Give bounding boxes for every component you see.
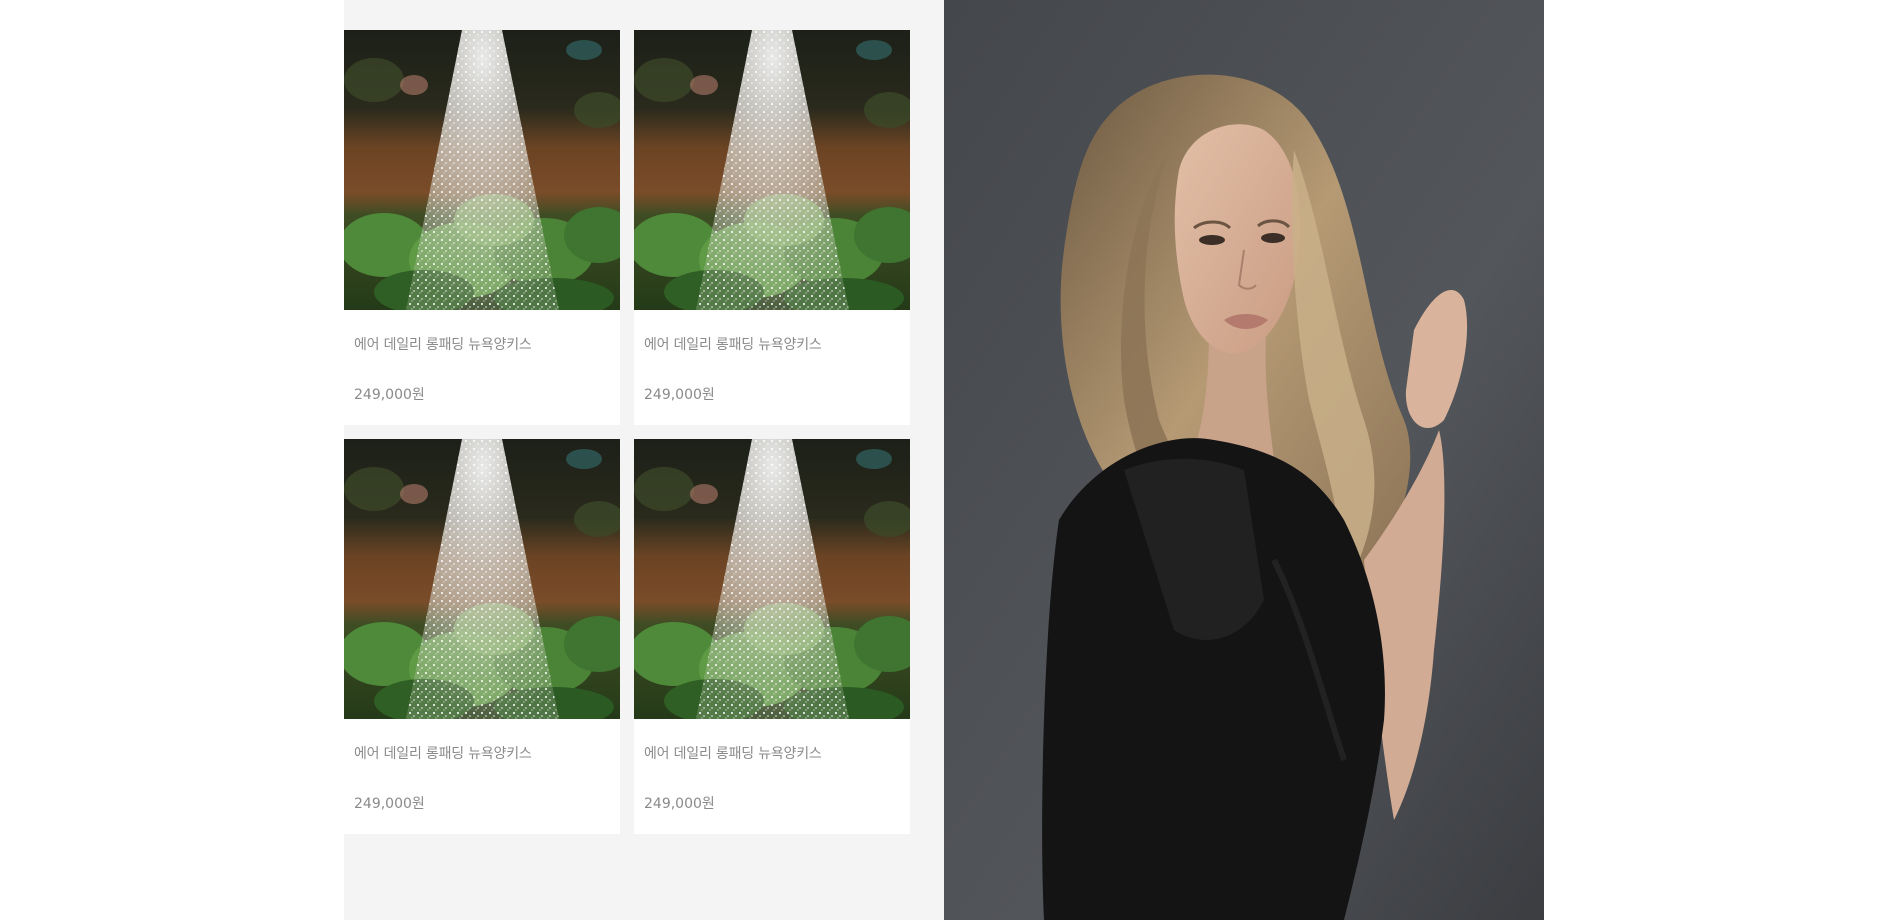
hero-model-image: [944, 0, 1544, 920]
product-price: 249,000원: [644, 796, 715, 812]
product-card[interactable]: 에어 데일리 롱패딩 뉴욕양키스 249,000원: [344, 30, 620, 425]
product-name[interactable]: 에어 데일리 롱패딩 뉴욕양키스: [644, 743, 822, 763]
product-grid: 에어 데일리 롱패딩 뉴욕양키스 249,000원 에어 데일리 롱패딩 뉴욕양…: [344, 0, 944, 920]
product-price: 249,000원: [354, 796, 425, 812]
product-card[interactable]: 에어 데일리 롱패딩 뉴욕양키스 249,000원: [634, 439, 910, 834]
product-name[interactable]: 에어 데일리 롱패딩 뉴욕양키스: [644, 334, 822, 354]
product-name[interactable]: 에어 데일리 롱패딩 뉴욕양키스: [354, 334, 532, 354]
product-image[interactable]: [634, 439, 910, 719]
product-card[interactable]: 에어 데일리 롱패딩 뉴욕양키스 249,000원: [344, 439, 620, 834]
product-name[interactable]: 에어 데일리 롱패딩 뉴욕양키스: [354, 743, 532, 763]
product-price: 249,000원: [644, 387, 715, 403]
product-image[interactable]: [344, 439, 620, 719]
product-image[interactable]: [634, 30, 910, 310]
product-price: 249,000원: [354, 387, 425, 403]
product-card[interactable]: 에어 데일리 롱패딩 뉴욕양키스 249,000원: [634, 30, 910, 425]
product-image[interactable]: [344, 30, 620, 310]
